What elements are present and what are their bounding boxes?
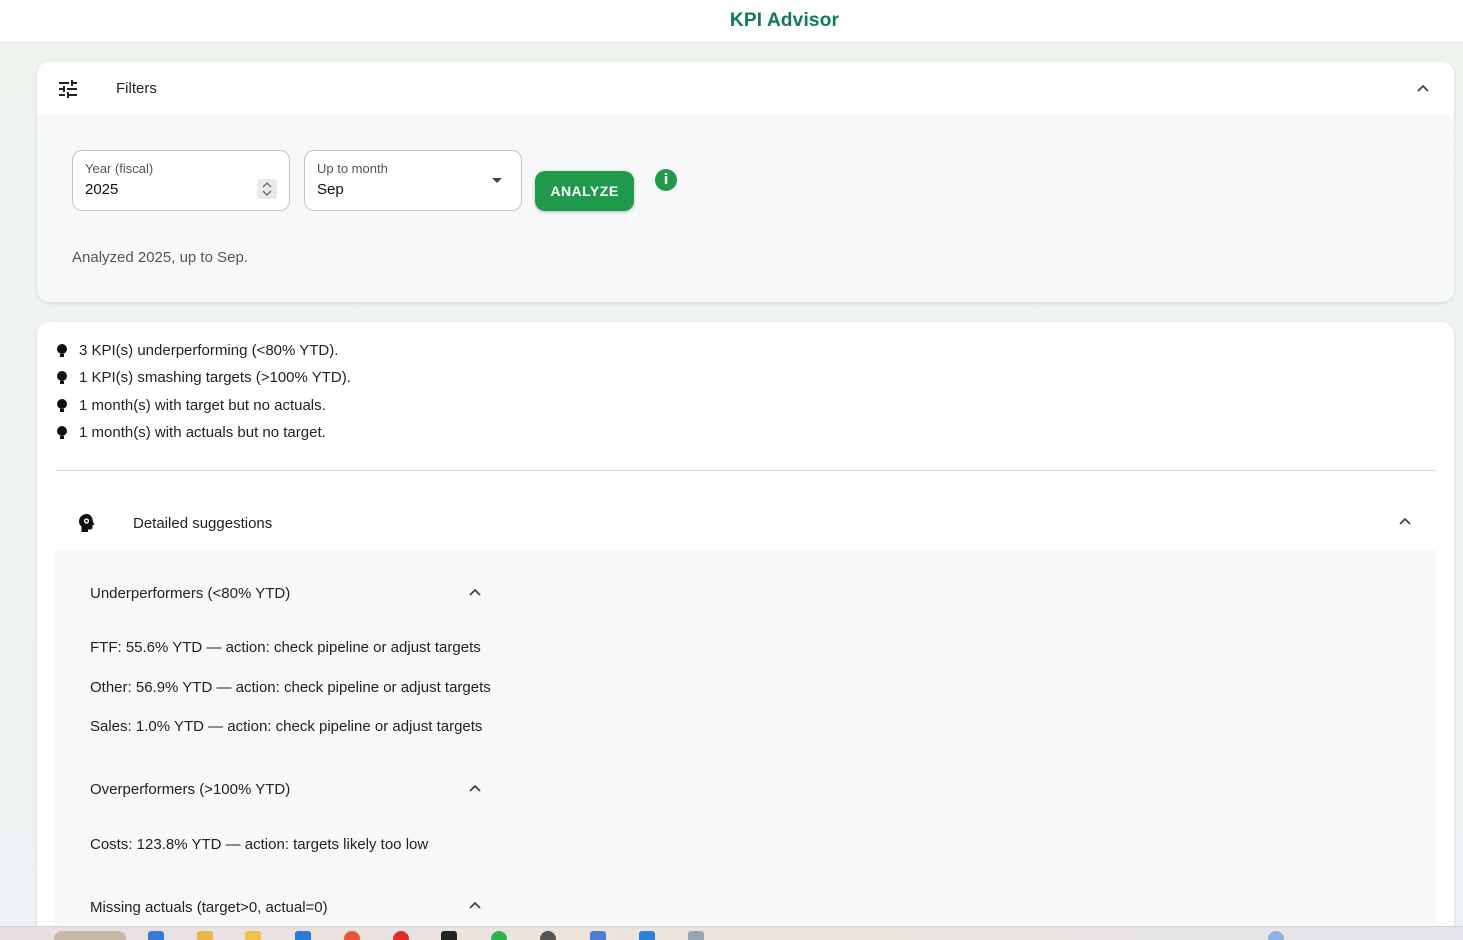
analyze-button[interactable]: ANALYZE: [535, 171, 634, 211]
results-panel: 3 KPI(s) underperforming (<80% YTD). 1 K…: [37, 322, 1454, 940]
start-icon[interactable]: [148, 931, 164, 940]
year-value[interactable]: 2025: [85, 181, 118, 198]
insight-item: 3 KPI(s) underperforming (<80% YTD).: [55, 342, 338, 359]
filters-panel: Filters Year (fiscal) 2025 Up to month S…: [37, 62, 1454, 302]
suggestion-item: Other: 56.9% YTD — action: check pipelin…: [90, 679, 491, 696]
spotify-icon[interactable]: [491, 931, 507, 940]
home-icon[interactable]: [590, 931, 606, 940]
suggestions-title: Detailed suggestions: [133, 515, 273, 532]
insight-item: 1 month(s) with target but no actuals.: [55, 397, 326, 414]
chevron-up-icon[interactable]: [1397, 513, 1413, 529]
chevron-up-icon[interactable]: [467, 584, 483, 600]
lightbulb-icon: [57, 425, 67, 439]
section-title-missing-actuals[interactable]: Missing actuals (target>0, actual=0): [90, 899, 328, 916]
weather-widget-icon[interactable]: [54, 931, 126, 940]
section-title-overperformers[interactable]: Overperformers (>100% YTD): [90, 781, 290, 798]
insight-text: 1 KPI(s) smashing targets (>100% YTD).: [79, 369, 351, 386]
chevron-up-icon[interactable]: [467, 780, 483, 796]
section-title-underperformers[interactable]: Underperformers (<80% YTD): [90, 585, 290, 602]
year-label: Year (fiscal): [85, 161, 154, 176]
insight-text: 1 month(s) with actuals but no target.: [79, 424, 326, 441]
caret-down-icon[interactable]: [492, 178, 502, 183]
chevron-up-icon[interactable]: [467, 897, 483, 913]
filters-title: Filters: [116, 80, 157, 97]
stepper-arrows-icon: [262, 182, 272, 196]
suggestion-item: Sales: 1.0% YTD — action: check pipeline…: [90, 718, 483, 735]
lightbulb-icon: [57, 343, 67, 357]
month-label: Up to month: [317, 161, 388, 176]
tray-icon[interactable]: [1268, 931, 1284, 940]
app-title: KPI Advisor: [729, 10, 840, 31]
analysis-status: Analyzed 2025, up to Sep.: [72, 249, 248, 266]
app-icon-dark[interactable]: [441, 931, 457, 940]
os-taskbar: [0, 926, 1463, 940]
insight-text: 3 KPI(s) underperforming (<80% YTD).: [79, 342, 339, 359]
app-icon-red[interactable]: [393, 931, 409, 940]
app-icon-grey[interactable]: [688, 931, 704, 940]
month-value[interactable]: Sep: [317, 181, 344, 198]
divider: [55, 470, 1436, 471]
month-select[interactable]: Up to month Sep: [304, 150, 522, 211]
suggestions-header[interactable]: Detailed suggestions: [55, 492, 1436, 550]
vscode-icon[interactable]: [639, 931, 655, 940]
chevron-up-icon[interactable]: [1415, 80, 1431, 96]
year-stepper[interactable]: [257, 179, 277, 199]
suggestion-item: Costs: 123.8% YTD — action: targets like…: [90, 836, 429, 853]
filters-header[interactable]: Filters: [37, 62, 1454, 115]
info-icon[interactable]: i: [655, 169, 677, 191]
suggestions-body: Underperformers (<80% YTD) FTF: 55.6% YT…: [55, 550, 1436, 940]
suggestion-item: FTF: 55.6% YTD — action: check pipeline …: [90, 639, 481, 656]
insight-text: 1 month(s) with target but no actuals.: [79, 397, 326, 414]
insight-item: 1 KPI(s) smashing targets (>100% YTD).: [55, 369, 351, 386]
psychology-icon: [79, 514, 95, 532]
tune-icon: [59, 80, 77, 98]
store-icon[interactable]: [295, 931, 311, 940]
year-field[interactable]: Year (fiscal) 2025: [72, 150, 290, 211]
lightbulb-icon: [57, 398, 67, 412]
insight-item: 1 month(s) with actuals but no target.: [55, 424, 326, 441]
office-icon[interactable]: [344, 931, 360, 940]
chatgpt-icon[interactable]: [540, 931, 556, 940]
app-bar: KPI Advisor: [0, 0, 1463, 43]
widgets-icon[interactable]: [197, 931, 213, 940]
file-explorer-icon[interactable]: [245, 931, 261, 940]
lightbulb-icon: [57, 370, 67, 384]
